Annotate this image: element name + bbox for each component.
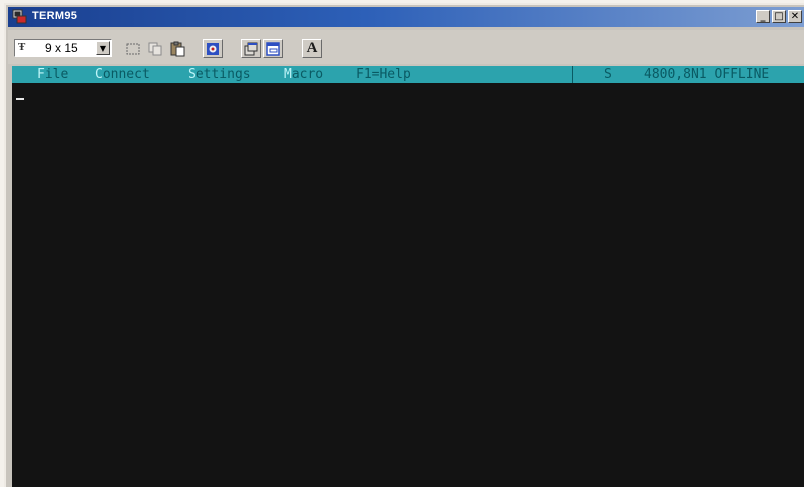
term95-window: TERM95 _ □ ✕ Ŧ 9 x 15 ▼ A File Connect S… (4, 3, 804, 487)
status-divider (572, 66, 573, 83)
window-mode-button[interactable] (263, 39, 283, 58)
truetype-font-icon: Ŧ (18, 41, 26, 53)
status-indicator: S (604, 67, 612, 82)
menu-file[interactable]: File (37, 67, 68, 82)
menu-connect[interactable]: Connect (95, 67, 150, 82)
font-icon: A (306, 40, 318, 56)
copy-icon (148, 42, 162, 55)
properties-icon (244, 42, 258, 55)
connect-icon (207, 42, 219, 55)
menu-file-label: ile (44, 67, 69, 82)
text-cursor (16, 98, 24, 100)
paste-icon (170, 41, 185, 56)
connect-button[interactable] (203, 39, 223, 58)
menu-connect-hotkey: C (95, 67, 103, 82)
term95-app-icon (12, 9, 27, 24)
mark-icon (126, 43, 140, 54)
minimize-button[interactable]: _ (756, 10, 770, 23)
copy-button[interactable] (145, 39, 165, 58)
menu-settings-hotkey: S (188, 67, 196, 82)
menu-bar: File Connect Settings Macro F1=Help S 48… (12, 66, 804, 83)
menu-connect-label: onnect (102, 67, 150, 82)
terminal-screen[interactable] (12, 83, 804, 487)
close-button[interactable]: ✕ (788, 10, 802, 23)
window-title: TERM95 (32, 10, 78, 22)
mark-button[interactable] (123, 39, 143, 58)
connection-status: 4800,8N1 OFFLINE (644, 67, 770, 82)
font-button[interactable]: A (302, 39, 322, 58)
maximize-button[interactable]: □ (772, 10, 786, 23)
menu-macro[interactable]: Macro (284, 67, 323, 82)
chevron-down-icon[interactable]: ▼ (96, 41, 110, 55)
menu-macro-label: acro (291, 67, 324, 82)
window-icon (266, 41, 280, 56)
toolbar: Ŧ 9 x 15 ▼ A (8, 30, 804, 64)
paste-button[interactable] (168, 39, 188, 58)
font-size-value: 9 x 15 (45, 41, 78, 55)
menu-file-hotkey: F (37, 67, 45, 82)
menu-help[interactable]: F1=Help (356, 67, 411, 82)
font-size-dropdown[interactable]: Ŧ 9 x 15 ▼ (14, 39, 112, 57)
menu-macro-hotkey: M (284, 67, 292, 82)
menu-settings[interactable]: Settings (188, 67, 251, 82)
menu-settings-label: ettings (195, 67, 251, 82)
properties-button[interactable] (241, 39, 261, 58)
title-bar[interactable]: TERM95 _ □ ✕ (8, 7, 804, 27)
